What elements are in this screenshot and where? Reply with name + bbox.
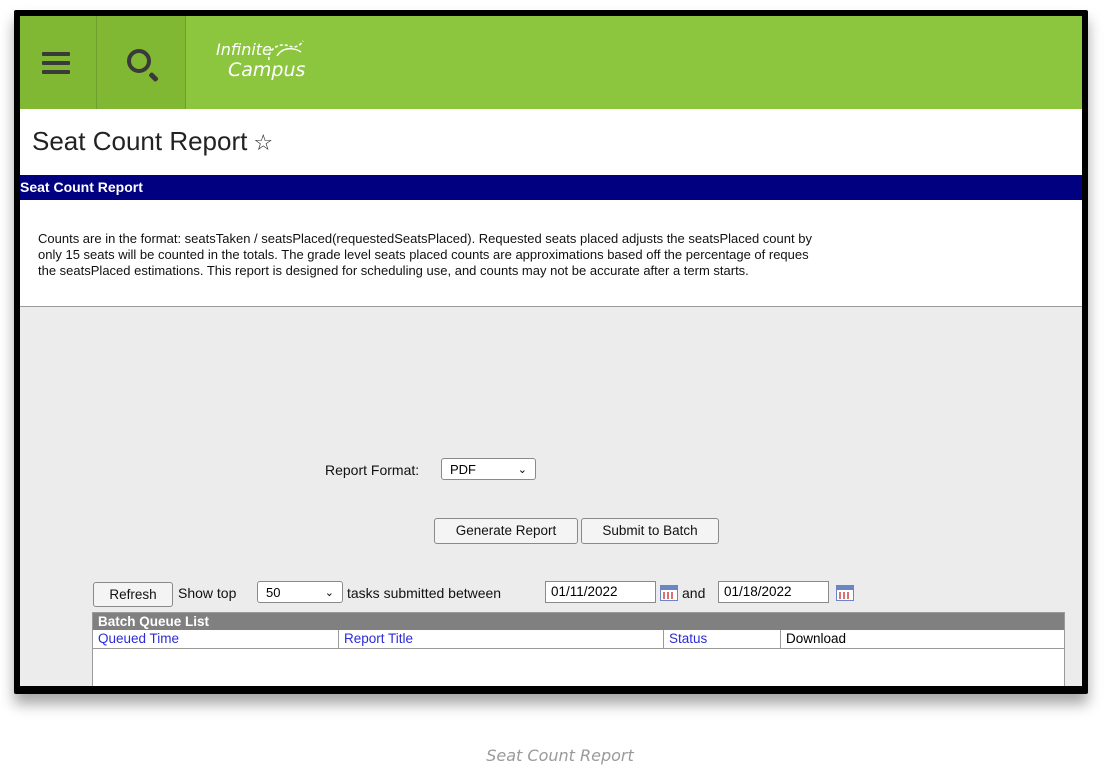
calendar-icon[interactable]	[660, 585, 678, 601]
logo-swirl-icon	[268, 40, 304, 61]
column-status[interactable]: Status	[664, 630, 781, 648]
description-line-2: only 15 seats will be counted in the tot…	[38, 247, 809, 262]
menu-button[interactable]	[20, 16, 97, 109]
section-header: Seat Count Report	[20, 175, 1082, 200]
app-window: Infinite Campus Seat Count Report ☆ Seat …	[20, 16, 1082, 686]
figure-caption: Seat Count Report	[486, 746, 634, 765]
page-title-bar: Seat Count Report ☆	[20, 109, 1082, 175]
description-line-3: the seatsPlaced estimations. This report…	[38, 263, 749, 278]
search-icon	[127, 49, 151, 73]
and-label: and	[682, 585, 706, 601]
report-format-select[interactable]: PDF ⌄	[441, 458, 536, 480]
refresh-button[interactable]: Refresh	[93, 582, 173, 607]
column-download: Download	[786, 631, 847, 646]
column-report-title[interactable]: Report Title	[339, 630, 664, 648]
chevron-down-icon: ⌄	[324, 587, 334, 599]
favorite-star-icon[interactable]: ☆	[253, 131, 273, 156]
page-title: Seat Count Report ☆	[32, 126, 274, 156]
generate-report-button[interactable]: Generate Report	[434, 518, 578, 544]
show-top-label: Show top	[178, 585, 237, 601]
hamburger-icon	[42, 52, 70, 79]
submit-to-batch-button[interactable]: Submit to Batch	[581, 518, 719, 544]
search-button[interactable]	[97, 16, 186, 109]
description-line-1: Counts are in the format: seatsTaken / s…	[38, 231, 812, 246]
tasks-between-label: tasks submitted between	[347, 585, 502, 601]
batch-queue-title: Batch Queue List	[93, 613, 1064, 630]
batch-queue-list: Batch Queue List Queued Time Report Titl…	[92, 612, 1065, 686]
show-top-select[interactable]: 50 ⌄	[257, 581, 343, 603]
calendar-icon[interactable]	[836, 585, 854, 601]
report-format-label: Report Format:	[325, 462, 420, 478]
end-date-input[interactable]: 01/18/2022	[718, 581, 829, 603]
column-queued-time[interactable]: Queued Time	[93, 630, 339, 648]
report-description: Counts are in the format: seatsTaken / s…	[20, 200, 1082, 307]
chevron-down-icon: ⌄	[517, 464, 527, 476]
start-date-input[interactable]: 01/11/2022	[545, 581, 656, 603]
batch-queue-header-row: Queued Time Report Title Status Download	[93, 630, 1064, 649]
top-navigation-bar: Infinite Campus	[20, 16, 1082, 109]
